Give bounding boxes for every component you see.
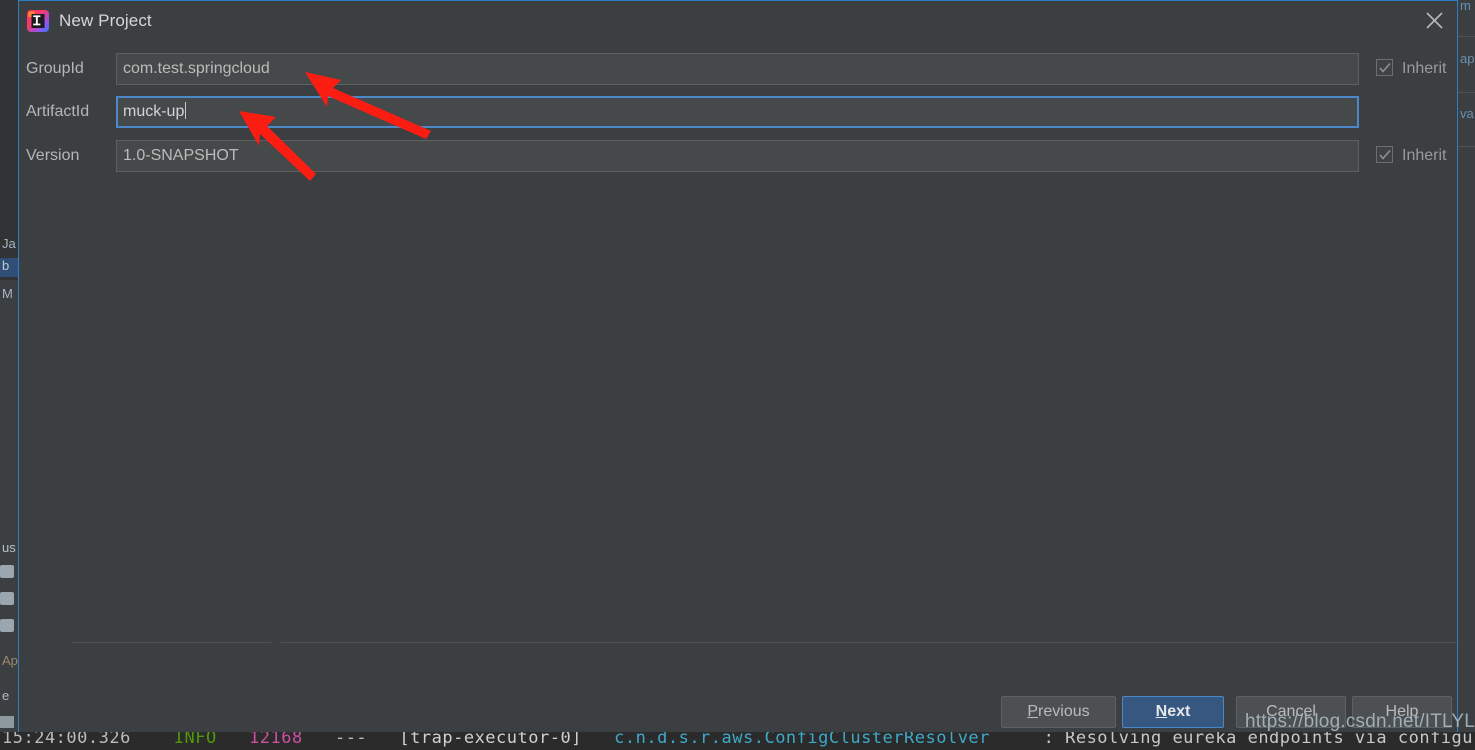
next-button-label: ext (1167, 703, 1191, 720)
background-text-fragment: va (1460, 106, 1474, 121)
console-message: : Resolving eureka endpoints via configu… (1043, 732, 1475, 748)
version-label: Version (26, 147, 80, 164)
background-divider (1458, 146, 1475, 147)
background-chip (0, 565, 14, 578)
text-caret (185, 102, 187, 119)
groupid-input[interactable]: com.test.springcloud (116, 53, 1359, 85)
artifactid-value: muck-up (123, 103, 185, 120)
next-button-mnemonic: N (1155, 703, 1168, 720)
groupid-inherit-label: Inherit (1402, 60, 1447, 77)
background-text-fragment: b (2, 258, 10, 273)
background-text-fragment: e (2, 688, 10, 703)
dialog-titlebar[interactable]: New Project (19, 1, 1457, 41)
background-divider (1458, 36, 1475, 37)
console-timestamp: 15:24:00.326 (2, 732, 131, 748)
version-input[interactable]: 1.0-SNAPSHOT (116, 140, 1359, 172)
background-chip (0, 619, 14, 632)
previous-button[interactable]: Previous (1001, 696, 1116, 728)
dialog-title: New Project (59, 11, 152, 30)
version-row: Version 1.0-SNAPSHOT Inherit (19, 140, 1457, 172)
artifactid-row: ArtifactId muck-up (19, 96, 1457, 128)
background-chip (0, 716, 14, 728)
project-coordinates-form: GroupId com.test.springcloud Inherit Art… (19, 41, 1457, 681)
previous-button-mnemonic: P (1027, 703, 1039, 720)
groupid-value: com.test.springcloud (123, 60, 270, 77)
groupid-row: GroupId com.test.springcloud Inherit (19, 53, 1457, 85)
background-chip (0, 592, 14, 605)
background-text-fragment: Ja (2, 236, 16, 251)
background-ide-left-sliver: Ja b M us Ap e (0, 0, 20, 750)
version-value: 1.0-SNAPSHOT (123, 147, 239, 164)
watermark-url: https://blog.csdn.net/ITLYL (1244, 711, 1475, 732)
console-logger: c.n.d.s.r.aws.ConfigClusterResolver (614, 732, 990, 748)
console-level: INFO (173, 732, 217, 748)
console-log-line: 15:24:00.326 INFO 12168 --- [trap-execut… (2, 732, 1475, 747)
background-text-fragment: m (1460, 0, 1471, 13)
background-text-fragment: us (2, 540, 16, 555)
footer-separator-left (71, 642, 271, 643)
next-button[interactable]: Next (1122, 696, 1224, 728)
screen-root: Ja b M us Ap e m ap va New Project Group… (0, 0, 1475, 750)
version-inherit-label: Inherit (1402, 147, 1447, 164)
groupid-inherit-checkbox[interactable] (1376, 59, 1393, 76)
background-divider (1458, 92, 1475, 93)
dialog-button-bar: Previous Next Cancel Help (19, 656, 1457, 739)
artifactid-label: ArtifactId (26, 103, 90, 120)
close-icon[interactable] (1411, 1, 1457, 39)
groupid-label: GroupId (26, 60, 84, 77)
background-ide-right-sliver: m ap va (1458, 0, 1475, 750)
previous-button-label: revious (1038, 703, 1090, 720)
console-thread: [trap-executor-0] (399, 732, 582, 748)
version-inherit-checkbox[interactable] (1376, 146, 1393, 163)
background-text-fragment: Ap (2, 653, 18, 668)
background-text-fragment: M (2, 286, 13, 301)
console-pid: 12168 (249, 732, 303, 748)
artifactid-input[interactable]: muck-up (116, 96, 1359, 128)
footer-separator-right (281, 642, 1457, 643)
new-project-dialog: New Project GroupId com.test.springcloud (18, 0, 1458, 740)
intellij-idea-logo-icon (26, 9, 50, 33)
background-text-fragment: ap (1460, 51, 1475, 66)
ide-console-strip: 15:24:00.326 INFO 12168 --- [trap-execut… (0, 732, 1475, 750)
console-separator: --- (334, 732, 368, 748)
